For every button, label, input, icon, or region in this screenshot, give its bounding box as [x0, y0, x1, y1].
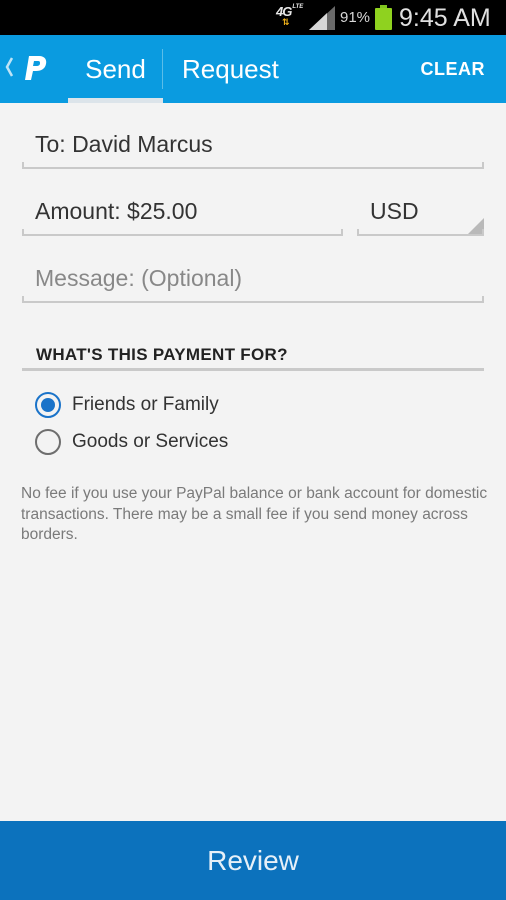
amount-value: Amount: $25.00: [35, 198, 198, 224]
currency-value: USD: [370, 198, 419, 224]
fee-note: No fee if you use your PayPal balance or…: [21, 485, 488, 543]
paypal-logo-icon[interactable]: [22, 54, 48, 82]
tab-send[interactable]: Send: [68, 35, 163, 103]
message-placeholder: Message: (Optional): [35, 265, 243, 291]
clock: 9:45 AM: [399, 4, 491, 32]
radio-friends-family[interactable]: Friends or Family: [35, 392, 219, 418]
payment-purpose-heading: WHAT'S THIS PAYMENT FOR?: [36, 345, 288, 364]
battery-icon: [375, 5, 392, 30]
review-button[interactable]: Review: [0, 821, 506, 900]
tab-request[interactable]: Request: [182, 35, 292, 103]
tab-divider: [162, 49, 163, 89]
data-activity-icon: ⇅: [282, 17, 289, 27]
battery-percent: 91%: [340, 9, 371, 26]
radio-unchecked-icon[interactable]: [35, 429, 61, 455]
network-indicator: 4GLTE ⇅: [276, 4, 304, 27]
tab-send-label: Send: [85, 53, 146, 84]
tab-selected-indicator: [68, 98, 163, 103]
recipient-field[interactable]: To: David Marcus: [22, 131, 484, 169]
clear-button[interactable]: CLEAR: [421, 35, 486, 103]
radio-goods-services[interactable]: Goods or Services: [35, 429, 228, 455]
tab-request-label: Request: [182, 53, 279, 84]
status-bar: 4GLTE ⇅ 91% 9:45 AM: [0, 0, 506, 35]
section-divider: [22, 368, 484, 371]
currency-select[interactable]: USD: [357, 198, 484, 236]
signal-icon: [309, 6, 335, 30]
network-subtype: LTE: [292, 4, 304, 10]
app-bar: Send Request CLEAR: [0, 35, 506, 103]
recipient-value: To: David Marcus: [35, 131, 213, 157]
radio-goods-label: Goods or Services: [72, 431, 229, 452]
dropdown-corner-icon: [468, 218, 484, 234]
radio-checked-icon[interactable]: [35, 392, 61, 418]
radio-friends-label: Friends or Family: [72, 394, 219, 415]
message-field[interactable]: Message: (Optional): [22, 265, 484, 303]
amount-field[interactable]: Amount: $25.00: [22, 198, 343, 236]
back-chevron-icon[interactable]: [4, 55, 14, 79]
